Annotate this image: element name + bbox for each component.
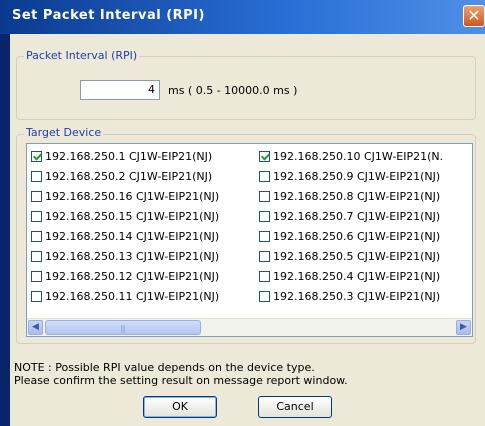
device-label: 192.168.250.12 CJ1W-EIP21(NJ) [45, 270, 220, 283]
device-list-item[interactable]: 192.168.250.8 CJ1W-EIP21(NJ) [259, 188, 440, 205]
device-label: 192.168.250.15 CJ1W-EIP21(NJ) [45, 210, 220, 223]
close-icon: ✕ [467, 6, 481, 25]
device-list-item[interactable]: 192.168.250.2 CJ1W-EIP21(NJ) [31, 168, 212, 185]
rpi-value-input[interactable]: 4 [80, 80, 160, 100]
device-list-item[interactable]: 192.168.250.13 CJ1W-EIP21(NJ) [31, 248, 219, 265]
device-list-item[interactable]: 192.168.250.7 CJ1W-EIP21(NJ) [259, 208, 440, 225]
scroll-left-button[interactable]: ◀ [28, 320, 43, 335]
device-list-item[interactable]: 192.168.250.5 CJ1W-EIP21(NJ) [259, 248, 440, 265]
ok-button[interactable]: OK [143, 396, 217, 418]
device-list-item[interactable]: 192.168.250.1 CJ1W-EIP21(NJ) [31, 148, 212, 165]
target-device-list[interactable]: 192.168.250.1 CJ1W-EIP21(NJ) 192.168.250.… [26, 143, 473, 337]
dialog-body: Packet Interval (RPI) 4 ms ( 0.5 - 10000… [10, 34, 485, 426]
target-device-group-label: Target Device [24, 126, 104, 139]
device-checkbox[interactable] [259, 171, 270, 182]
device-checkbox[interactable] [259, 271, 270, 282]
horizontal-scrollbar[interactable]: ◀ ||| ▶ [27, 318, 472, 336]
device-checkbox[interactable] [259, 151, 270, 162]
chevron-right-icon: ▶ [460, 322, 467, 332]
device-checkbox[interactable] [31, 251, 42, 262]
device-label: 192.168.250.7 CJ1W-EIP21(NJ) [273, 210, 441, 223]
title-bar[interactable]: Set Packet Interval (RPI) ✕ [0, 0, 485, 34]
device-list-item[interactable]: 192.168.250.10 CJ1W-EIP21(N. [259, 148, 443, 165]
device-list-item[interactable]: 192.168.250.12 CJ1W-EIP21(NJ) [31, 268, 219, 285]
device-checkbox[interactable] [31, 231, 42, 242]
device-list-item[interactable]: 192.168.250.3 CJ1W-EIP21(NJ) [259, 288, 440, 305]
device-label: 192.168.250.3 CJ1W-EIP21(NJ) [273, 290, 441, 303]
scroll-right-button[interactable]: ▶ [456, 320, 471, 335]
device-checkbox[interactable] [259, 291, 270, 302]
device-label: 192.168.250.4 CJ1W-EIP21(NJ) [273, 270, 441, 283]
note-line-1: NOTE : Possible RPI value depends on the… [14, 361, 315, 374]
device-label: 192.168.250.9 CJ1W-EIP21(NJ) [273, 170, 441, 183]
device-label: 192.168.250.2 CJ1W-EIP21(NJ) [45, 170, 213, 183]
rpi-unit-range: ms ( 0.5 - 10000.0 ms ) [168, 84, 298, 97]
device-list-item[interactable]: 192.168.250.15 CJ1W-EIP21(NJ) [31, 208, 219, 225]
device-label: 192.168.250.16 CJ1W-EIP21(NJ) [45, 190, 220, 203]
device-label: 192.168.250.13 CJ1W-EIP21(NJ) [45, 250, 220, 263]
device-checkbox[interactable] [31, 211, 42, 222]
packet-interval-group-label: Packet Interval (RPI) [24, 49, 140, 62]
device-checkbox[interactable] [259, 211, 270, 222]
note-line-2: Please confirm the setting result on mes… [14, 374, 348, 387]
device-list-item[interactable]: 192.168.250.6 CJ1W-EIP21(NJ) [259, 228, 440, 245]
device-list-item[interactable]: 192.168.250.9 CJ1W-EIP21(NJ) [259, 168, 440, 185]
device-label: 192.168.250.8 CJ1W-EIP21(NJ) [273, 190, 441, 203]
device-label: 192.168.250.14 CJ1W-EIP21(NJ) [45, 230, 220, 243]
device-label: 192.168.250.5 CJ1W-EIP21(NJ) [273, 250, 441, 263]
device-label: 192.168.250.11 CJ1W-EIP21(NJ) [45, 290, 220, 303]
chevron-left-icon: ◀ [32, 322, 39, 332]
device-checkbox[interactable] [31, 271, 42, 282]
device-checkbox[interactable] [31, 291, 42, 302]
device-checkbox[interactable] [31, 151, 42, 162]
cancel-button[interactable]: Cancel [258, 396, 332, 418]
device-label: 192.168.250.10 CJ1W-EIP21(N. [273, 150, 444, 163]
device-list-item[interactable]: 192.168.250.14 CJ1W-EIP21(NJ) [31, 228, 219, 245]
close-button[interactable]: ✕ [463, 5, 485, 27]
device-checkbox[interactable] [259, 231, 270, 242]
device-checkbox[interactable] [31, 191, 42, 202]
device-label: 192.168.250.6 CJ1W-EIP21(NJ) [273, 230, 441, 243]
device-checkbox[interactable] [259, 251, 270, 262]
device-checkbox[interactable] [31, 171, 42, 182]
device-label: 192.168.250.1 CJ1W-EIP21(NJ) [45, 150, 213, 163]
dialog-window: Set Packet Interval (RPI) ✕ Packet Inter… [0, 0, 485, 426]
device-list-item[interactable]: 192.168.250.4 CJ1W-EIP21(NJ) [259, 268, 440, 285]
scroll-grip-icon: ||| [120, 324, 126, 333]
scrollbar-thumb[interactable]: ||| [45, 320, 201, 335]
device-list-item[interactable]: 192.168.250.11 CJ1W-EIP21(NJ) [31, 288, 219, 305]
device-checkbox[interactable] [259, 191, 270, 202]
device-list-item[interactable]: 192.168.250.16 CJ1W-EIP21(NJ) [31, 188, 219, 205]
dialog-title: Set Packet Interval (RPI) [12, 8, 205, 23]
